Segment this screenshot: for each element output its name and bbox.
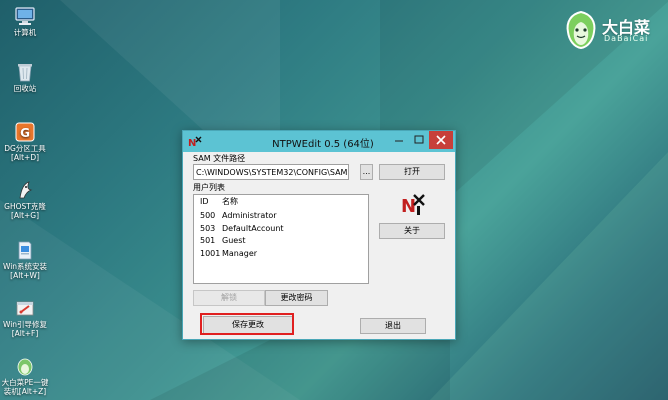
window-title: NTPWEdit 0.5 (64位) [272, 139, 374, 150]
change-password-button[interactable]: 更改密码 [265, 290, 328, 306]
about-button[interactable]: 关于 [379, 223, 445, 239]
user-list-label: 用户列表 [193, 183, 225, 192]
user-name: DefaultAccount [222, 223, 284, 233]
maximize-button[interactable] [408, 131, 430, 149]
user-name: Guest [222, 236, 246, 245]
minimize-button[interactable] [388, 131, 410, 149]
window-titlebar[interactable]: N NTPWEdit 0.5 (64位) [183, 131, 455, 152]
user-row[interactable]: 503 DefaultAccount [194, 223, 368, 236]
sam-path-label: SAM 文件路径 [193, 154, 246, 163]
desktop-icon-dg-partition[interactable]: G DG分区工具 [Alt+D] [0, 122, 50, 162]
computer-icon [14, 6, 36, 26]
desktop-icon-win-install[interactable]: Win系统安装 [Alt+W] [0, 240, 50, 280]
cabbage-logo-icon [566, 10, 596, 50]
user-id: 1001 [200, 248, 221, 258]
user-row[interactable]: 500 Administrator [194, 210, 368, 223]
recycle-bin-icon [14, 62, 36, 82]
user-rows: 500 Administrator 503 DefaultAccount 501… [194, 210, 368, 260]
desktop-icon-shortcut: [Alt+F] [11, 329, 39, 338]
user-name: Administrator [222, 211, 277, 220]
open-button[interactable]: 打开 [379, 164, 445, 180]
browse-button[interactable]: ... [360, 164, 373, 180]
desktop-icon-shortcut: [Alt+G] [10, 211, 40, 220]
ntpwedit-app-icon: N [188, 135, 202, 149]
svg-text:N: N [188, 138, 196, 149]
desktop-icon-label: DG分区工具 [4, 144, 46, 153]
desktop-icon-label: 计算机 [13, 28, 37, 37]
desktop-icon-shortcut: [Alt+W] [10, 271, 40, 280]
desktop-icon-computer[interactable]: 计算机 [0, 6, 50, 37]
window-client-area: SAM 文件路径 C:\WINDOWS\SYSTEM32\CONFIG\SAM … [183, 152, 455, 339]
desktop-icon-recycle-bin[interactable]: 回收站 [0, 62, 50, 93]
sam-path-input[interactable]: C:\WINDOWS\SYSTEM32\CONFIG\SAM [193, 164, 349, 180]
dabaicai-logo: 大白菜 DaBaiCai [562, 10, 662, 50]
column-header-id[interactable]: ID [200, 195, 209, 209]
user-list[interactable]: ID 名称 500 Administrator 503 DefaultAccou… [193, 194, 369, 284]
user-row[interactable]: 501 Guest [194, 235, 368, 248]
desktop-icon-label: Win引导修复 [2, 320, 48, 329]
desktop-icon-ghost[interactable]: GHOST克隆 [Alt+G] [0, 180, 50, 220]
ntpwedit-logo-icon: N [401, 192, 425, 217]
pe-install-icon [14, 356, 36, 376]
user-name: Manager [222, 248, 258, 258]
close-icon [436, 135, 446, 145]
minimize-icon [395, 140, 403, 142]
dg-partition-icon: G [14, 122, 36, 142]
logo-subtitle: DaBaiCai [604, 34, 649, 43]
desktop-icon-shortcut: [Alt+D] [10, 153, 40, 162]
boot-repair-icon [14, 298, 36, 318]
svg-text:N: N [401, 196, 416, 216]
win-install-icon [14, 240, 36, 260]
desktop-icon-pe-install[interactable]: 大白菜PE一键 装机[Alt+Z] [0, 356, 50, 396]
save-button-highlight [200, 313, 294, 335]
desktop-icon-label: 大白菜PE一键 [1, 378, 49, 387]
unlock-button[interactable]: 解锁 [193, 290, 265, 306]
user-list-header: ID 名称 [194, 195, 368, 209]
user-id: 501 [200, 236, 216, 245]
user-id: 500 [200, 211, 216, 220]
column-header-name[interactable]: 名称 [222, 195, 238, 209]
desktop-icon-label: Win系统安装 [2, 262, 48, 271]
desktop-icon-label: GHOST克隆 [4, 202, 46, 211]
exit-button[interactable]: 退出 [360, 318, 426, 334]
user-row[interactable]: 1001 Manager [194, 248, 368, 261]
desktop-icon-boot-repair[interactable]: Win引导修复 [Alt+F] [0, 298, 50, 338]
desktop-icon-shortcut: 装机[Alt+Z] [3, 387, 47, 396]
maximize-icon [414, 135, 424, 144]
user-id: 503 [200, 223, 216, 233]
ghost-icon [14, 180, 36, 200]
desktop-icon-label: 回收站 [13, 84, 37, 93]
close-button[interactable] [429, 131, 453, 149]
ntpwedit-window: N NTPWEdit 0.5 (64位) SAM 文件路径 C:\WINDOWS… [182, 130, 456, 340]
svg-text:G: G [20, 126, 30, 140]
